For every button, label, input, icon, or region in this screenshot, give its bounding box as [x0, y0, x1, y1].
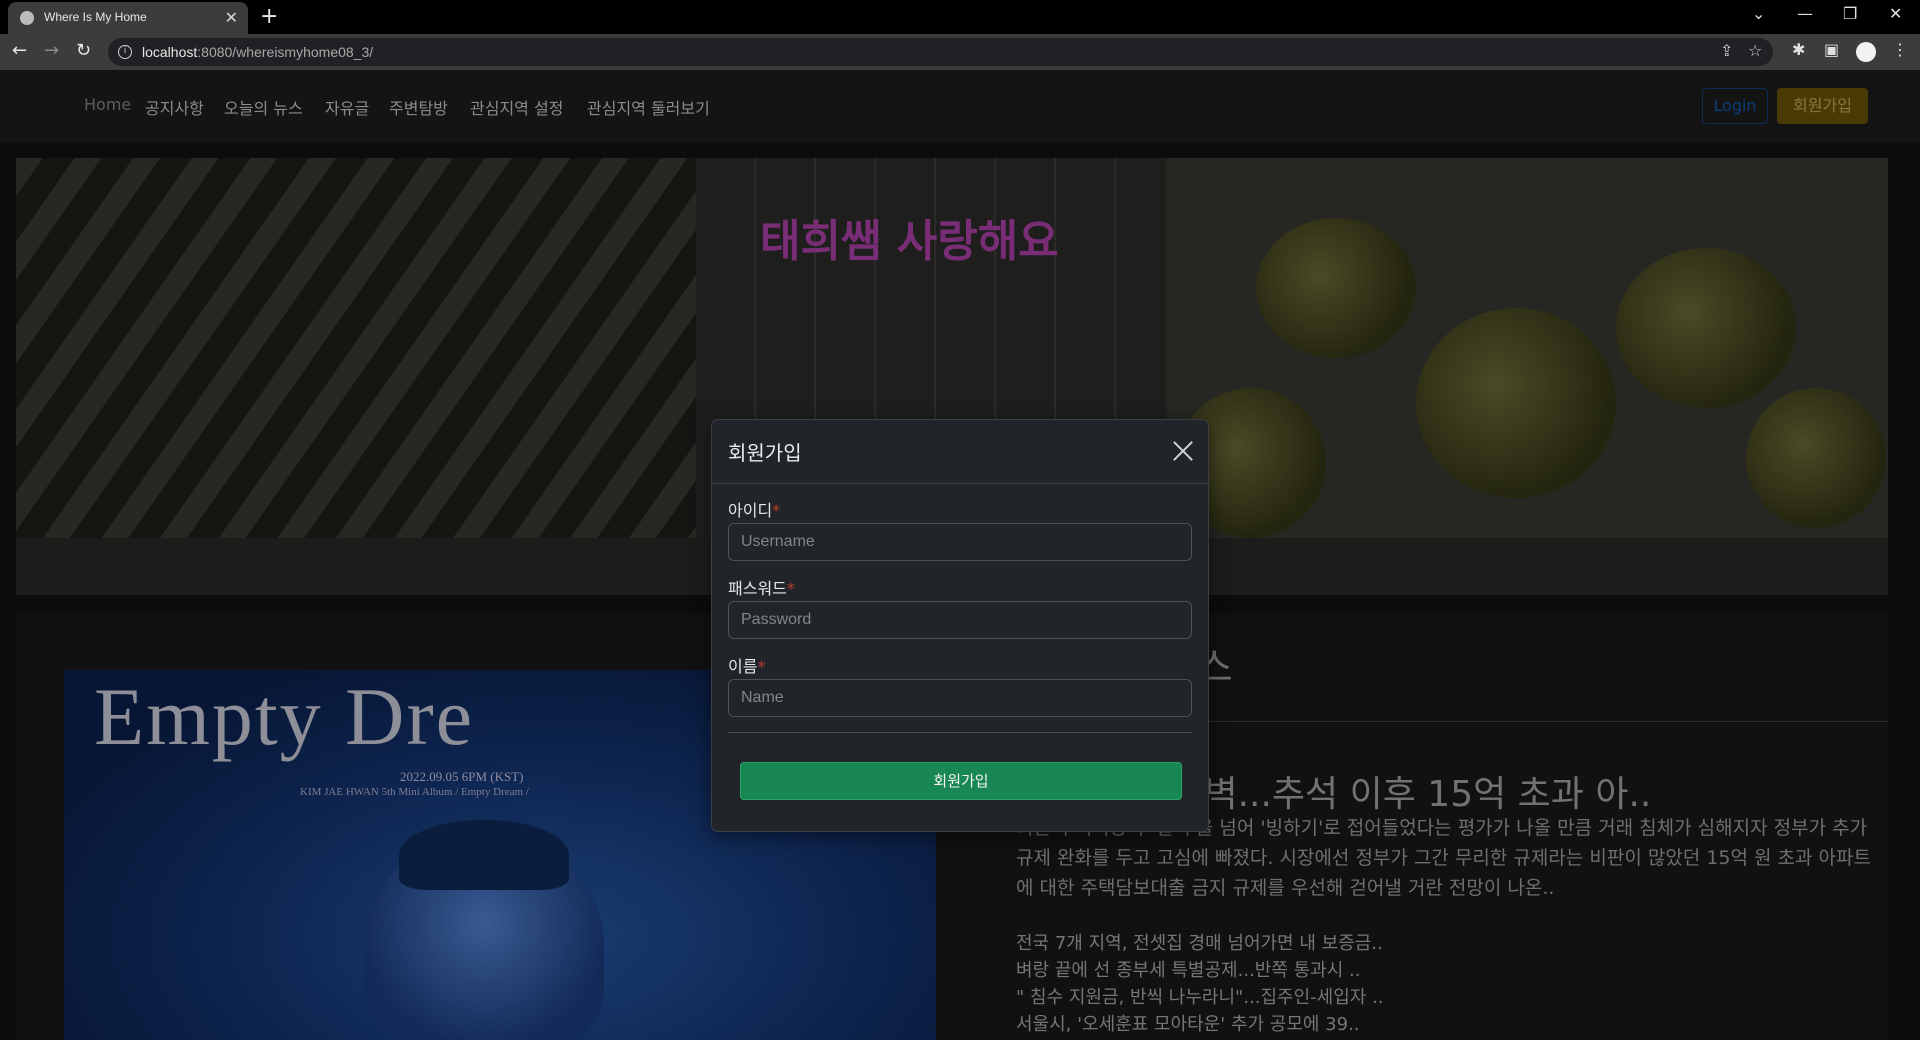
nav-board[interactable]: 자유글 — [325, 95, 369, 119]
news-list-item[interactable]: 전국 7개 지역, 전셋집 경매 넘어가면 내 보증금.. — [1016, 930, 1876, 957]
nav-notice[interactable]: 공지사항 — [145, 95, 204, 119]
album-title: Empty Dre — [94, 671, 475, 762]
menu-kebab-icon[interactable]: ⋮ — [1892, 40, 1908, 59]
browser-toolbar: ← → ↻ i localhost:8080/whereismyhome08_3… — [0, 34, 1920, 70]
site-info-icon[interactable]: i — [118, 45, 132, 59]
reload-icon[interactable]: ↻ — [76, 40, 91, 61]
album-date: 2022.09.05 6PM (KST) — [400, 769, 524, 784]
browser-tab[interactable]: Where Is My Home ✕ — [8, 2, 248, 34]
news-list-item[interactable]: 벼랑 끝에 선 종부세 특별공제...반쪽 통과시 .. — [1016, 957, 1876, 984]
nav-interest-setting[interactable]: 관심지역 설정 — [470, 95, 563, 119]
name-input[interactable] — [728, 679, 1192, 717]
new-tab-icon[interactable]: + — [260, 4, 278, 29]
hero-title: 태희쌤 사랑해요 — [760, 216, 1059, 267]
side-panel-icon[interactable]: ▣ — [1824, 40, 1839, 59]
back-icon[interactable]: ← — [12, 40, 27, 61]
tree-image — [1256, 218, 1416, 358]
tab-search-icon[interactable]: ⌄ — [1752, 4, 1765, 23]
tree-image — [1746, 388, 1886, 528]
album-subtitle: KIM JAE HWAN 5th Mini Album / Empty Drea… — [300, 786, 529, 798]
extensions-icon[interactable]: ✱ — [1792, 40, 1805, 59]
tree-image — [1616, 248, 1796, 408]
browser-window: Where Is My Home ✕ + ⌄ — ❐ ✕ ← → ↻ i loc… — [0, 0, 1920, 1040]
modal-divider — [728, 732, 1192, 733]
login-button[interactable]: Login — [1702, 88, 1768, 124]
nav-news[interactable]: 오늘의 뉴스 — [224, 95, 303, 119]
modal-title: 회원가입 — [728, 441, 802, 465]
nav-explore[interactable]: 주변탐방 — [389, 95, 448, 119]
password-label: 패스워드* — [728, 579, 795, 598]
bookmark-star-icon[interactable]: ☆ — [1748, 41, 1762, 60]
nav-interest-browse[interactable]: 관심지역 둘러보기 — [587, 95, 710, 119]
album-cap-image — [399, 820, 569, 890]
forward-icon[interactable]: → — [44, 40, 59, 61]
nav-home[interactable]: Home — [84, 95, 131, 114]
signup-submit-button[interactable]: 회원가입 — [740, 762, 1182, 800]
username-label: 아이디* — [728, 501, 781, 520]
restore-icon[interactable]: ❐ — [1843, 4, 1857, 23]
news-list-item[interactable]: " 침수 지원금, 반씩 나누라니"...집주인-세입자 .. — [1016, 984, 1876, 1011]
name-label: 이름* — [728, 657, 766, 676]
modal-header: 회원가입 — [712, 420, 1208, 484]
hero-building-image — [16, 158, 696, 595]
minimize-icon[interactable]: — — [1797, 4, 1813, 23]
news-list: 전국 7개 지역, 전셋집 경매 넘어가면 내 보증금.. 벼랑 끝에 선 종부… — [1016, 930, 1876, 1038]
url-text[interactable]: localhost:8080/whereismyhome08_3/ — [142, 44, 373, 60]
close-icon[interactable] — [1172, 440, 1194, 462]
page-viewport: Home 공지사항 오늘의 뉴스 자유글 주변탐방 관심지역 설정 관심지역 둘… — [0, 70, 1920, 1040]
tree-image — [1416, 308, 1616, 498]
signup-nav-button[interactable]: 회원가입 — [1777, 88, 1868, 124]
share-icon[interactable]: ⇪ — [1720, 41, 1733, 60]
tab-title: Where Is My Home — [44, 10, 147, 24]
username-input[interactable] — [728, 523, 1192, 561]
profile-avatar[interactable] — [1856, 42, 1876, 62]
globe-icon — [20, 11, 34, 25]
signup-modal: 회원가입 아이디* 패스워드* 이름* 회원가입 — [711, 419, 1209, 832]
password-input[interactable] — [728, 601, 1192, 639]
tab-close-icon[interactable]: ✕ — [225, 8, 238, 27]
site-navbar: Home 공지사항 오늘의 뉴스 자유글 주변탐방 관심지역 설정 관심지역 둘… — [0, 70, 1920, 142]
close-window-icon[interactable]: ✕ — [1889, 4, 1902, 23]
tab-strip: Where Is My Home ✕ + ⌄ — ❐ ✕ — [0, 0, 1920, 34]
address-bar[interactable]: i localhost:8080/whereismyhome08_3/ ⇪ ☆ — [108, 38, 1773, 66]
news-list-item[interactable]: 서울시, '오세훈표 모아타운' 추가 공모에 39.. — [1016, 1011, 1876, 1038]
